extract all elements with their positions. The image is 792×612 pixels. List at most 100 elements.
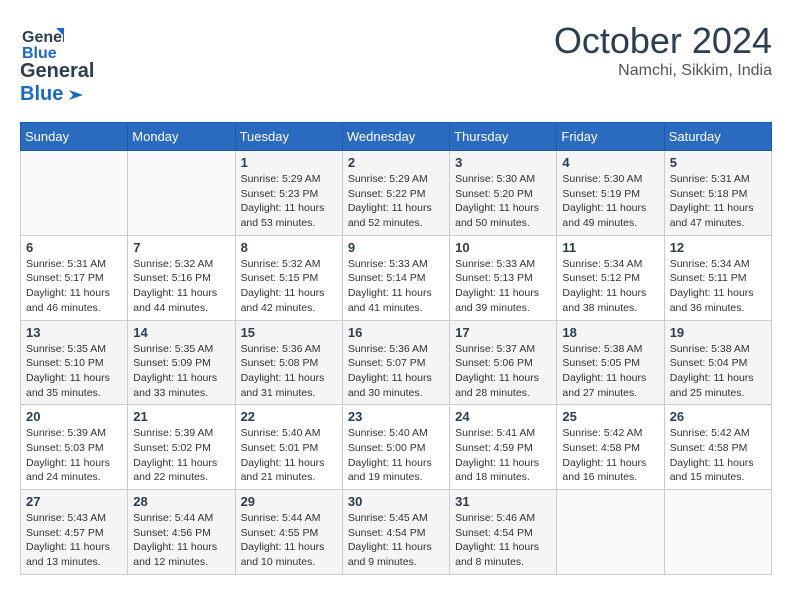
day-info: Sunrise: 5:40 AM Sunset: 5:01 PM Dayligh… [241, 426, 337, 485]
day-info: Sunrise: 5:34 AM Sunset: 5:11 PM Dayligh… [670, 257, 766, 316]
calendar-cell: 8 Sunrise: 5:32 AM Sunset: 5:15 PM Daylig… [235, 235, 342, 320]
day-number: 23 [348, 409, 444, 424]
day-info: Sunrise: 5:45 AM Sunset: 4:54 PM Dayligh… [348, 511, 444, 570]
calendar-cell: 20 Sunrise: 5:39 AM Sunset: 5:03 PM Dayli… [21, 405, 128, 490]
day-info: Sunrise: 5:46 AM Sunset: 4:54 PM Dayligh… [455, 511, 551, 570]
day-number: 13 [26, 325, 122, 340]
day-number: 8 [241, 240, 337, 255]
day-info: Sunrise: 5:40 AM Sunset: 5:00 PM Dayligh… [348, 426, 444, 485]
day-number: 29 [241, 494, 337, 509]
day-info: Sunrise: 5:35 AM Sunset: 5:10 PM Dayligh… [26, 342, 122, 401]
day-number: 16 [348, 325, 444, 340]
calendar-cell: 10 Sunrise: 5:33 AM Sunset: 5:13 PM Dayli… [450, 235, 557, 320]
logo-arrow-icon [65, 86, 83, 104]
day-info: Sunrise: 5:32 AM Sunset: 5:15 PM Dayligh… [241, 257, 337, 316]
calendar-cell: 2 Sunrise: 5:29 AM Sunset: 5:22 PM Daylig… [342, 151, 449, 236]
calendar-cell: 21Sunrise: 5:39 AM Sunset: 5:02 PM Dayli… [128, 405, 235, 490]
day-number: 4 [562, 155, 658, 170]
calendar-cell: 27 Sunrise: 5:43 AM Sunset: 4:57 PM Dayli… [21, 490, 128, 575]
day-info: Sunrise: 5:31 AM Sunset: 5:18 PM Dayligh… [670, 172, 766, 231]
calendar-cell: 26Sunrise: 5:42 AM Sunset: 4:58 PM Dayli… [664, 405, 771, 490]
calendar-cell [21, 151, 128, 236]
calendar-cell: 19Sunrise: 5:38 AM Sunset: 5:04 PM Dayli… [664, 320, 771, 405]
month-title: October 2024 [554, 20, 772, 62]
calendar-cell: 7 Sunrise: 5:32 AM Sunset: 5:16 PM Daylig… [128, 235, 235, 320]
calendar-week-row: 6Sunrise: 5:31 AM Sunset: 5:17 PM Daylig… [21, 235, 772, 320]
day-number: 15 [241, 325, 337, 340]
day-info: Sunrise: 5:38 AM Sunset: 5:05 PM Dayligh… [562, 342, 658, 401]
calendar-cell: 6Sunrise: 5:31 AM Sunset: 5:17 PM Daylig… [21, 235, 128, 320]
page-header: General Blue General Blue October 2024 N… [20, 20, 772, 106]
weekday-header: Tuesday [235, 123, 342, 151]
calendar-cell: 28 Sunrise: 5:44 AM Sunset: 4:56 PM Dayli… [128, 490, 235, 575]
day-info: Sunrise: 5:37 AM Sunset: 5:06 PM Dayligh… [455, 342, 551, 401]
day-number: 12 [670, 240, 766, 255]
calendar-cell: 5 Sunrise: 5:31 AM Sunset: 5:18 PM Daylig… [664, 151, 771, 236]
calendar-cell: 9 Sunrise: 5:33 AM Sunset: 5:14 PM Daylig… [342, 235, 449, 320]
day-info: Sunrise: 5:43 AM Sunset: 4:57 PM Dayligh… [26, 511, 122, 570]
calendar-cell: 18Sunrise: 5:38 AM Sunset: 5:05 PM Dayli… [557, 320, 664, 405]
day-info: Sunrise: 5:29 AM Sunset: 5:23 PM Dayligh… [241, 172, 337, 231]
calendar-cell: 16 Sunrise: 5:36 AM Sunset: 5:07 PM Dayli… [342, 320, 449, 405]
weekday-header: Monday [128, 123, 235, 151]
logo: General Blue General Blue [20, 20, 94, 106]
day-info: Sunrise: 5:39 AM Sunset: 5:03 PM Dayligh… [26, 426, 122, 485]
calendar-cell: 11 Sunrise: 5:34 AM Sunset: 5:12 PM Dayli… [557, 235, 664, 320]
svg-text:General: General [22, 29, 64, 46]
logo-icon: General Blue [20, 20, 64, 64]
day-number: 10 [455, 240, 551, 255]
day-info: Sunrise: 5:35 AM Sunset: 5:09 PM Dayligh… [133, 342, 229, 401]
day-number: 2 [348, 155, 444, 170]
logo-blue: Blue [20, 83, 83, 106]
calendar-cell: 30 Sunrise: 5:45 AM Sunset: 4:54 PM Dayli… [342, 490, 449, 575]
day-info: Sunrise: 5:30 AM Sunset: 5:19 PM Dayligh… [562, 172, 658, 231]
day-number: 9 [348, 240, 444, 255]
calendar-cell: 25Sunrise: 5:42 AM Sunset: 4:58 PM Dayli… [557, 405, 664, 490]
day-number: 19 [670, 325, 766, 340]
day-info: Sunrise: 5:32 AM Sunset: 5:16 PM Dayligh… [133, 257, 229, 316]
calendar-week-row: 13 Sunrise: 5:35 AM Sunset: 5:10 PM Dayli… [21, 320, 772, 405]
calendar-cell: 13 Sunrise: 5:35 AM Sunset: 5:10 PM Dayli… [21, 320, 128, 405]
day-number: 17 [455, 325, 551, 340]
day-info: Sunrise: 5:30 AM Sunset: 5:20 PM Dayligh… [455, 172, 551, 231]
calendar-cell: 31 Sunrise: 5:46 AM Sunset: 4:54 PM Dayli… [450, 490, 557, 575]
day-number: 3 [455, 155, 551, 170]
day-info: Sunrise: 5:33 AM Sunset: 5:14 PM Dayligh… [348, 257, 444, 316]
day-info: Sunrise: 5:36 AM Sunset: 5:07 PM Dayligh… [348, 342, 444, 401]
day-info: Sunrise: 5:44 AM Sunset: 4:55 PM Dayligh… [241, 511, 337, 570]
calendar-cell [557, 490, 664, 575]
day-number: 26 [670, 409, 766, 424]
day-info: Sunrise: 5:41 AM Sunset: 4:59 PM Dayligh… [455, 426, 551, 485]
day-info: Sunrise: 5:44 AM Sunset: 4:56 PM Dayligh… [133, 511, 229, 570]
day-number: 5 [670, 155, 766, 170]
weekday-header: Sunday [21, 123, 128, 151]
day-number: 14 [133, 325, 229, 340]
day-number: 30 [348, 494, 444, 509]
calendar-table: SundayMondayTuesdayWednesdayThursdayFrid… [20, 122, 772, 575]
weekday-header: Wednesday [342, 123, 449, 151]
day-number: 31 [455, 494, 551, 509]
day-info: Sunrise: 5:33 AM Sunset: 5:13 PM Dayligh… [455, 257, 551, 316]
weekday-header: Friday [557, 123, 664, 151]
day-number: 24 [455, 409, 551, 424]
day-info: Sunrise: 5:39 AM Sunset: 5:02 PM Dayligh… [133, 426, 229, 485]
calendar-week-row: 27 Sunrise: 5:43 AM Sunset: 4:57 PM Dayli… [21, 490, 772, 575]
calendar-cell [128, 151, 235, 236]
calendar-cell: 23 Sunrise: 5:40 AM Sunset: 5:00 PM Dayli… [342, 405, 449, 490]
calendar-week-row: 1 Sunrise: 5:29 AM Sunset: 5:23 PM Daylig… [21, 151, 772, 236]
calendar-cell: 4 Sunrise: 5:30 AM Sunset: 5:19 PM Daylig… [557, 151, 664, 236]
day-info: Sunrise: 5:36 AM Sunset: 5:08 PM Dayligh… [241, 342, 337, 401]
day-info: Sunrise: 5:29 AM Sunset: 5:22 PM Dayligh… [348, 172, 444, 231]
day-number: 7 [133, 240, 229, 255]
day-number: 28 [133, 494, 229, 509]
day-number: 1 [241, 155, 337, 170]
day-number: 20 [26, 409, 122, 424]
svg-text:Blue: Blue [22, 45, 57, 62]
calendar-cell [664, 490, 771, 575]
day-info: Sunrise: 5:34 AM Sunset: 5:12 PM Dayligh… [562, 257, 658, 316]
weekday-header-row: SundayMondayTuesdayWednesdayThursdayFrid… [21, 123, 772, 151]
day-number: 22 [241, 409, 337, 424]
day-number: 27 [26, 494, 122, 509]
day-number: 11 [562, 240, 658, 255]
calendar-week-row: 20 Sunrise: 5:39 AM Sunset: 5:03 PM Dayli… [21, 405, 772, 490]
